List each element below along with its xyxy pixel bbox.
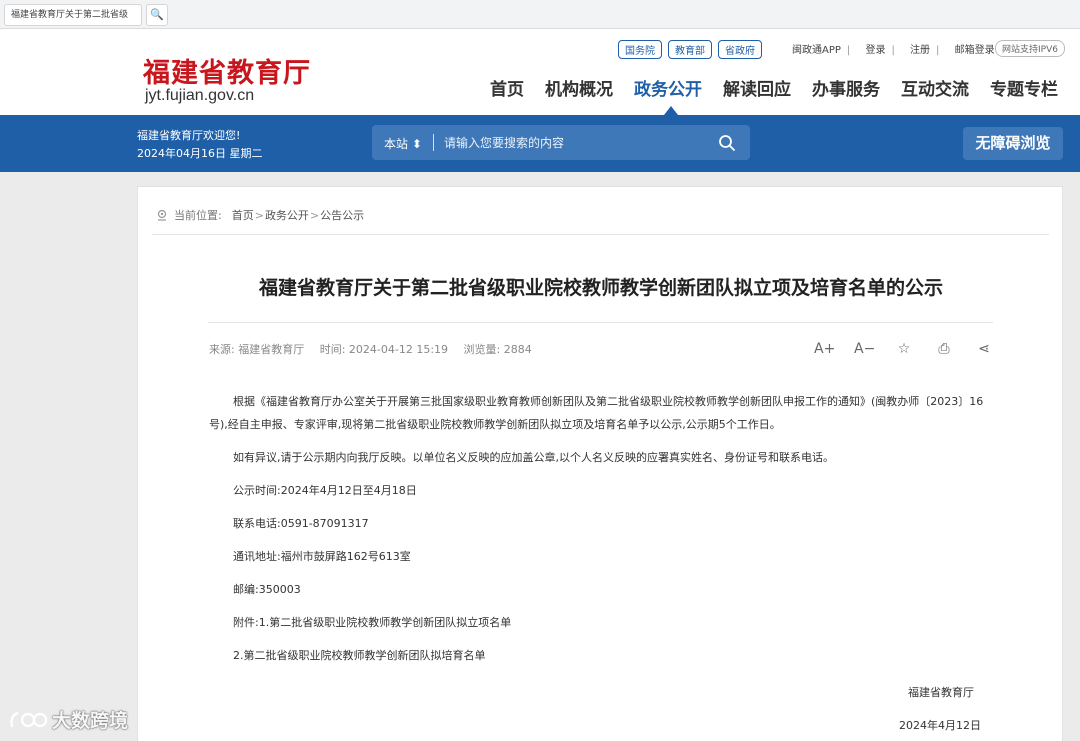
welcome-block: 福建省教育厅欢迎您! 2024年04月16日 星期二 bbox=[137, 127, 263, 163]
mail-login-link[interactable]: 邮箱登录 bbox=[955, 45, 995, 56]
welcome-text: 福建省教育厅欢迎您! bbox=[137, 129, 241, 142]
favorite-star-icon[interactable]: ☆ bbox=[894, 339, 914, 359]
font-decrease-icon[interactable]: A− bbox=[854, 339, 875, 359]
breadcrumb-home[interactable]: 首页 bbox=[232, 207, 254, 223]
font-increase-icon[interactable]: A+ bbox=[814, 339, 835, 359]
search-input[interactable] bbox=[444, 133, 704, 153]
nav-services[interactable]: 办事服务 bbox=[812, 75, 880, 100]
accessibility-button[interactable]: 无障碍浏览 bbox=[963, 127, 1063, 160]
active-nav-indicator bbox=[664, 106, 678, 115]
user-links: 闽政通APP | 登录 | 注册 | 邮箱登录 bbox=[792, 45, 995, 56]
quick-links: 国务院 教育部 省政府 bbox=[618, 40, 762, 59]
search-icon[interactable]: 🔍 bbox=[146, 4, 168, 26]
nav-special-topics[interactable]: 专题专栏 bbox=[990, 75, 1058, 100]
link-state-council[interactable]: 国务院 bbox=[618, 40, 662, 59]
article-paragraph: 联系电话:0591-87091317 bbox=[233, 517, 369, 530]
main-nav: 首页 机构概况 政务公开 解读回应 办事服务 互动交流 专题专栏 bbox=[490, 75, 1058, 100]
article-views: 浏览量: 2884 bbox=[463, 343, 532, 356]
article-tools: A+ A− ☆ ⎙ ⋖ bbox=[814, 339, 994, 359]
breadcrumb: 当前位置: 首页 > 政务公开 > 公告公示 bbox=[156, 207, 364, 223]
watermark-text: 大数跨境 bbox=[52, 710, 129, 732]
ipv6-badge: 网站支持IPV6 bbox=[995, 40, 1065, 57]
watermark-logo-icon bbox=[10, 711, 48, 727]
article-card: 当前位置: 首页 > 政务公开 > 公告公示 福建省教育厅关于第二批省级职业院校… bbox=[137, 186, 1063, 741]
search-banner: 福建省教育厅欢迎您! 2024年04月16日 星期二 本站 ⬍ 无障碍浏览 bbox=[0, 115, 1080, 172]
divider bbox=[152, 234, 1049, 235]
search-divider bbox=[433, 134, 434, 151]
location-icon bbox=[157, 209, 167, 221]
signature-date: 2024年4月12日 bbox=[899, 719, 981, 732]
watermark: 大数跨境 bbox=[8, 706, 128, 733]
breadcrumb-announcements[interactable]: 公告公示 bbox=[320, 207, 364, 223]
article-paragraph: 根据《福建省教育厅办公室关于开展第三批国家级职业教育教师创新团队及第二批省级职业… bbox=[209, 395, 984, 431]
current-date: 2024年04月16日 星期二 bbox=[137, 147, 263, 160]
app-link[interactable]: 闽政通APP bbox=[792, 45, 841, 56]
nav-interaction[interactable]: 互动交流 bbox=[901, 75, 969, 100]
article-paragraph: 公示时间:2024年4月12日至4月18日 bbox=[233, 484, 417, 497]
nav-government-affairs[interactable]: 政务公开 bbox=[634, 75, 702, 100]
browser-tab[interactable]: 福建省教育厅关于第二批省级 bbox=[4, 4, 142, 26]
article-paragraph: 邮编:350003 bbox=[233, 583, 301, 596]
attachment-1-link[interactable]: 附件:1.第二批省级职业院校教师教学创新团队拟立项名单 bbox=[209, 611, 995, 634]
share-icon[interactable]: ⋖ bbox=[974, 339, 994, 359]
article-paragraph: 通讯地址:福州市鼓屏路162号613室 bbox=[233, 550, 411, 563]
logo-domain[interactable]: jyt.fujian.gov.cn bbox=[145, 87, 254, 105]
link-provincial-government[interactable]: 省政府 bbox=[718, 40, 762, 59]
attachment-2-link[interactable]: 2.第二批省级职业院校教师教学创新团队拟培育名单 bbox=[209, 644, 995, 667]
nav-home[interactable]: 首页 bbox=[490, 75, 524, 100]
site-search: 本站 ⬍ bbox=[372, 125, 750, 160]
register-link[interactable]: 注册 bbox=[910, 45, 930, 56]
breadcrumb-government-affairs[interactable]: 政务公开 bbox=[265, 207, 309, 223]
search-scope-select[interactable]: 本站 ⬍ bbox=[384, 135, 422, 152]
article-title: 福建省教育厅关于第二批省级职业院校教师教学创新团队拟立项及培育名单的公示 bbox=[258, 277, 943, 299]
article-source: 来源: 福建省教育厅 bbox=[209, 343, 305, 356]
article-time: 时间: 2024-04-12 15:19 bbox=[319, 343, 449, 356]
print-icon[interactable]: ⎙ bbox=[934, 339, 954, 359]
nav-organization[interactable]: 机构概况 bbox=[545, 75, 613, 100]
search-icon[interactable] bbox=[718, 134, 736, 152]
link-ministry-education[interactable]: 教育部 bbox=[668, 40, 712, 59]
logo-chinese[interactable]: 福建省教育厅 bbox=[143, 51, 311, 90]
article-meta: 来源: 福建省教育厅 时间: 2024-04-12 15:19 浏览量: 288… bbox=[209, 341, 544, 357]
site-header: 福建省教育厅 jyt.fujian.gov.cn 国务院 教育部 省政府 闽政通… bbox=[0, 29, 1080, 115]
browser-tab-strip: 福建省教育厅关于第二批省级 🔍 bbox=[0, 0, 1080, 29]
login-link[interactable]: 登录 bbox=[865, 45, 885, 56]
nav-interpretation[interactable]: 解读回应 bbox=[723, 75, 791, 100]
breadcrumb-label: 当前位置: bbox=[174, 209, 222, 222]
article-paragraph: 如有异议,请于公示期内向我厅反映。以单位名义反映的应加盖公章,以个人名义反映的应… bbox=[233, 451, 834, 464]
signature: 福建省教育厅 bbox=[908, 686, 974, 699]
article-body: 根据《福建省教育厅办公室关于开展第三批国家级职业教育教师创新团队及第二批省级职业… bbox=[209, 390, 995, 677]
divider bbox=[208, 322, 993, 323]
